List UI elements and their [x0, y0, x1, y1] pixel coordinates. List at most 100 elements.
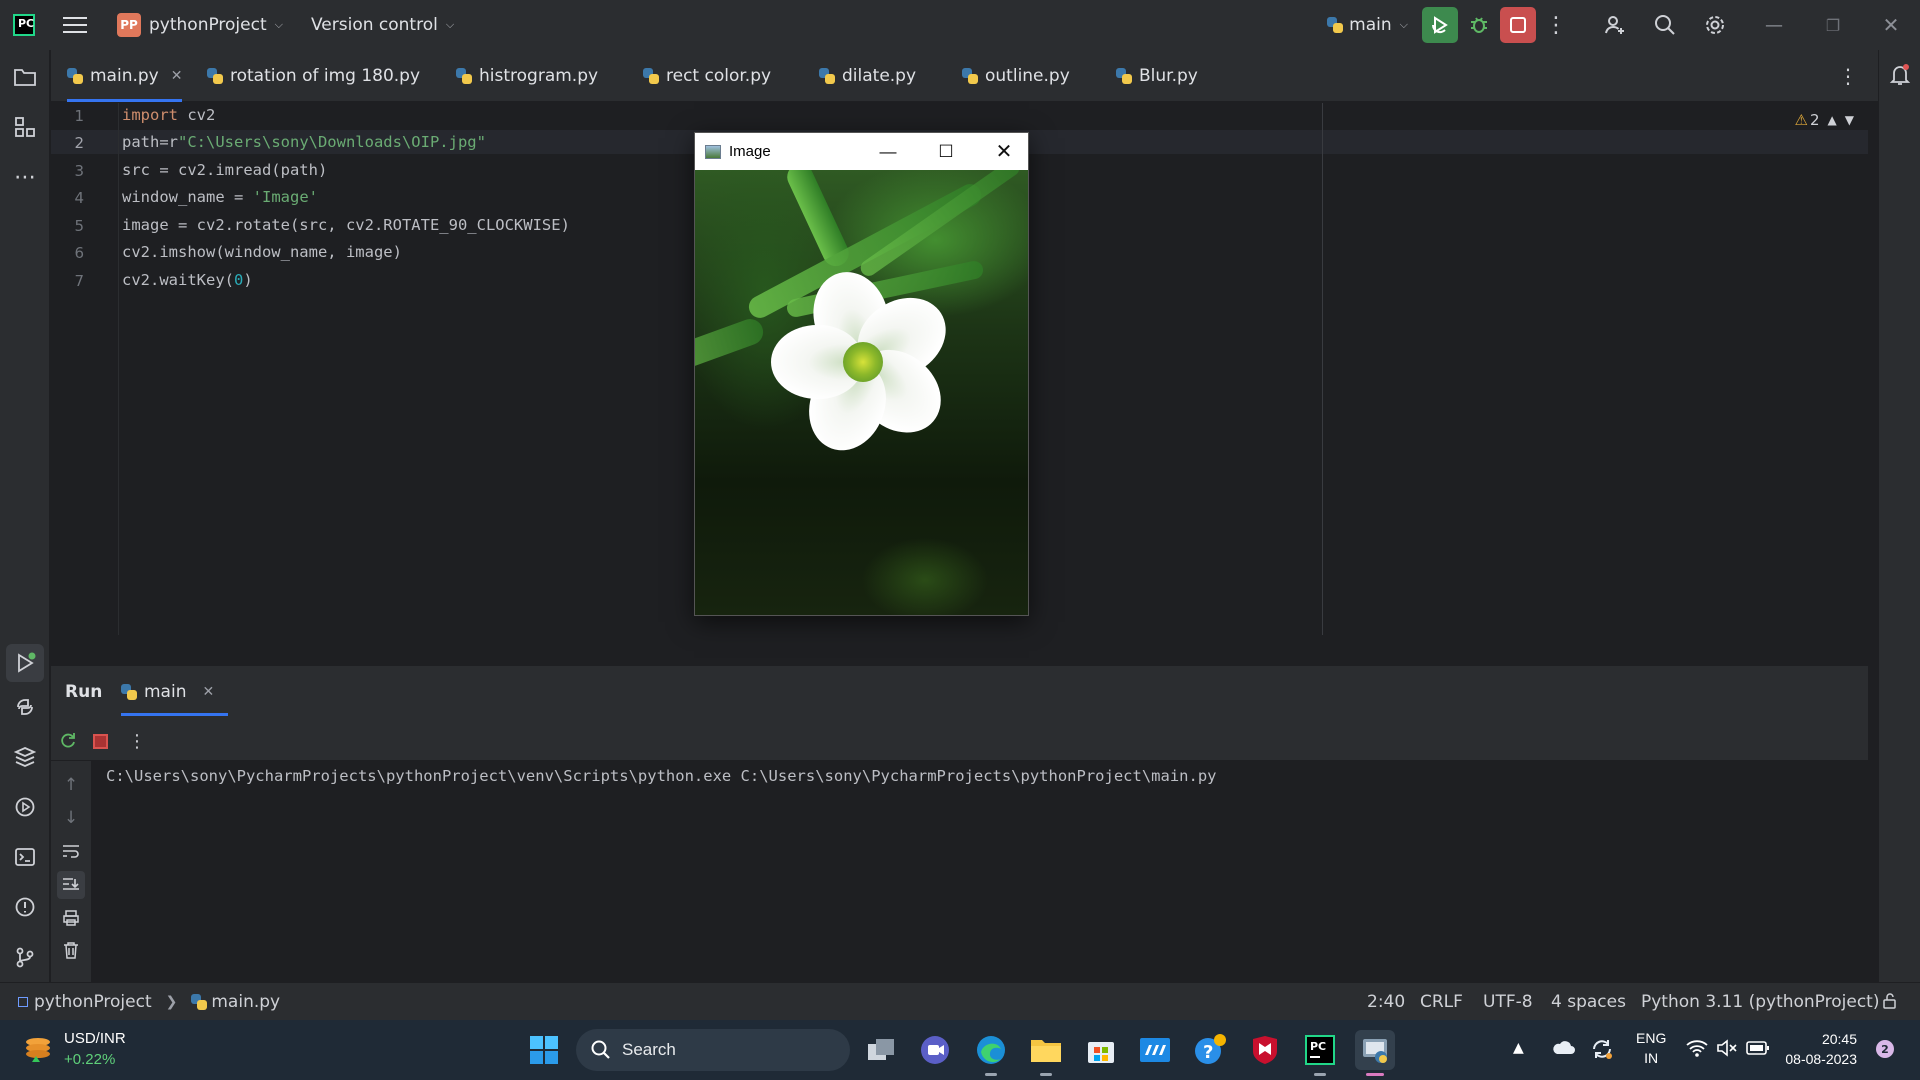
run-tool-icon[interactable]: [6, 644, 44, 682]
problems-icon[interactable]: [12, 894, 38, 920]
run-toolbar: ⋮: [51, 719, 1868, 761]
myhp-icon[interactable]: [1135, 1030, 1175, 1070]
rerun-icon[interactable]: [55, 728, 81, 754]
breadcrumb-file[interactable]: main.py: [211, 992, 280, 1012]
search-everywhere-button[interactable]: [1640, 7, 1690, 43]
line-number: 4: [74, 189, 84, 207]
widget-title[interactable]: USD/INR: [64, 1030, 126, 1047]
code-text: cv2.waitKey(: [122, 271, 234, 289]
tab-blur[interactable]: Blur.py: [1116, 50, 1198, 102]
notifications-icon[interactable]: [1887, 62, 1913, 88]
tab-label: Blur.py: [1139, 66, 1198, 86]
chevron-down-icon[interactable]: ⌵: [275, 18, 283, 32]
more-tools-icon[interactable]: ⋯: [12, 164, 38, 190]
opencv-image-window[interactable]: Image — ☐ ✕: [694, 132, 1029, 616]
python-app-taskbar-icon[interactable]: [1355, 1030, 1395, 1076]
restore-button[interactable]: ❐: [1804, 0, 1862, 50]
currency-widget-icon[interactable]: [22, 1032, 54, 1064]
tab-outline[interactable]: outline.py: [962, 50, 1070, 102]
breadcrumb-project[interactable]: pythonProject: [34, 992, 152, 1012]
close-window-button[interactable]: ✕: [1862, 0, 1920, 50]
taskbar-search-box[interactable]: Search: [576, 1029, 850, 1071]
scroll-to-end-icon[interactable]: [57, 871, 85, 899]
file-encoding[interactable]: UTF-8: [1483, 992, 1533, 1012]
settings-button[interactable]: [1690, 7, 1740, 43]
sync-icon[interactable]: [1590, 1038, 1614, 1065]
notification-badge[interactable]: 2: [1876, 1040, 1894, 1058]
code-text: cv2.imshow(window_name, image): [122, 243, 402, 261]
clock-date: 08-08-2023: [1785, 1051, 1857, 1067]
mcafee-icon[interactable]: [1245, 1030, 1285, 1070]
line-number: 5: [74, 217, 84, 235]
services-icon[interactable]: [12, 794, 38, 820]
left-tool-strip: ⋯: [0, 50, 50, 982]
more-actions-icon[interactable]: ⋮: [1536, 7, 1576, 43]
tab-list-more-icon[interactable]: ⋮: [1838, 50, 1858, 102]
chevron-down-icon[interactable]: ⌵: [1400, 18, 1408, 32]
stop-button[interactable]: [1500, 7, 1536, 43]
chevron-down-icon[interactable]: ▼: [1845, 113, 1854, 127]
edge-browser-icon[interactable]: [971, 1030, 1011, 1076]
tab-main-py[interactable]: main.py ✕: [67, 50, 183, 102]
main-menu-icon[interactable]: [63, 17, 87, 33]
arrow-down-icon[interactable]: ↓: [59, 806, 83, 830]
arrow-up-icon[interactable]: ↑: [59, 773, 83, 797]
clock[interactable]: 20:45 08-08-2023: [1785, 1029, 1857, 1069]
image-stem: [857, 170, 1023, 280]
task-view-icon[interactable]: [861, 1030, 901, 1070]
run-tab-main[interactable]: main ✕: [121, 666, 229, 718]
image-window-minimize-button[interactable]: —: [864, 133, 912, 170]
windows-start-icon[interactable]: [524, 1030, 564, 1070]
wifi-icon[interactable]: [1686, 1038, 1708, 1063]
minimize-button[interactable]: —: [1744, 0, 1804, 50]
more-actions-icon[interactable]: ⋮: [127, 728, 147, 754]
tab-histrogram[interactable]: histrogram.py: [456, 50, 598, 102]
image-window-close-button[interactable]: ✕: [980, 133, 1028, 170]
get-help-icon[interactable]: ?: [1190, 1030, 1230, 1070]
teams-chat-icon[interactable]: [915, 1030, 955, 1070]
debug-button[interactable]: [1458, 7, 1500, 43]
run-tab-label: main: [144, 682, 187, 702]
tab-rotation-of-img-180[interactable]: rotation of img 180.py: [207, 50, 420, 102]
version-control-menu[interactable]: Version control: [311, 15, 438, 35]
git-icon[interactable]: [12, 944, 38, 970]
python-interpreter[interactable]: Python 3.11 (pythonProject): [1641, 992, 1879, 1012]
python-console-icon[interactable]: [12, 694, 38, 720]
indent-setting[interactable]: 4 spaces: [1551, 992, 1626, 1012]
volume-muted-icon[interactable]: [1716, 1038, 1738, 1063]
line-number-gutter: 1 2 3 4 5 6 7: [51, 103, 119, 635]
image-window-titlebar[interactable]: Image — ☐ ✕: [695, 133, 1028, 170]
python-packages-icon[interactable]: [12, 744, 38, 770]
code-with-me-button[interactable]: [1590, 7, 1640, 43]
run-config-selector[interactable]: main: [1349, 15, 1391, 35]
soft-wrap-icon[interactable]: [59, 839, 83, 863]
language-indicator[interactable]: ENG IN: [1636, 1028, 1666, 1068]
project-selector[interactable]: pythonProject: [149, 15, 267, 35]
print-icon[interactable]: [59, 906, 83, 930]
file-explorer-icon[interactable]: [1026, 1030, 1066, 1076]
chevron-up-icon[interactable]: ▲: [1828, 113, 1837, 127]
structure-icon[interactable]: [12, 114, 38, 140]
caret-position[interactable]: 2:40: [1367, 992, 1405, 1012]
pycharm-taskbar-icon[interactable]: PC: [1300, 1030, 1340, 1076]
line-number: 3: [74, 162, 84, 180]
onedrive-icon[interactable]: [1551, 1038, 1575, 1061]
image-window-maximize-button[interactable]: ☐: [922, 133, 970, 170]
tab-dilate[interactable]: dilate.py: [819, 50, 916, 102]
trash-icon[interactable]: [59, 938, 83, 962]
line-separator[interactable]: CRLF: [1420, 992, 1463, 1012]
chevron-up-icon[interactable]: ▲: [1513, 1040, 1524, 1056]
run-console[interactable]: ↑ ↓ C:\Users\sony\PycharmProjects\python…: [51, 761, 1868, 982]
running-indicator: [1314, 1073, 1326, 1076]
tab-rect-color[interactable]: rect color.py: [643, 50, 771, 102]
lock-icon[interactable]: [1881, 992, 1899, 1015]
close-run-tab-icon[interactable]: ✕: [202, 684, 214, 700]
close-tab-icon[interactable]: ✕: [171, 68, 183, 84]
rerun-button[interactable]: [1422, 7, 1458, 43]
microsoft-store-icon[interactable]: [1081, 1030, 1121, 1070]
chevron-down-icon[interactable]: ⌵: [446, 18, 454, 32]
inspection-widget[interactable]: ⚠ 2 ▲ ▼: [1795, 111, 1854, 129]
terminal-icon[interactable]: [12, 844, 38, 870]
project-folder-icon[interactable]: [12, 64, 38, 90]
stop-icon[interactable]: [93, 734, 108, 749]
